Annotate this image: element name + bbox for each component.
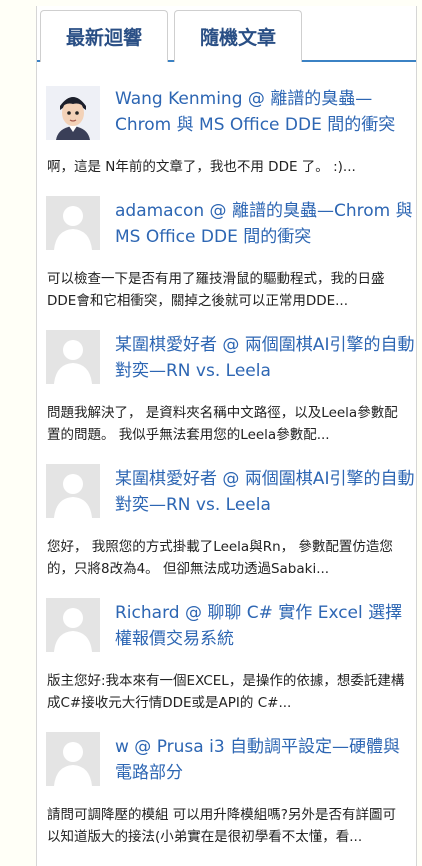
comment-author[interactable]: Wang Kenming: [115, 89, 243, 109]
comment-post-link[interactable]: Prusa i3 自動調平設定—硬體與電路部分: [115, 737, 400, 783]
comment-author[interactable]: 某圍棋愛好者: [115, 469, 217, 489]
comment-excerpt: 您好， 我照您的方式掛載了Leela與Rn， 參數配置仿造您的，只將8改為4。 …: [47, 539, 393, 577]
comment-title[interactable]: 某圍棋愛好者 @ 兩個圍棋AI引擎的自動對奕—RN vs. Leela: [115, 466, 415, 518]
comment-author[interactable]: w: [115, 737, 129, 757]
comment-excerpt: 版主您好:我本來有一個EXCEL，是操作的依據，想委託建構成C#接收元大行情DD…: [47, 673, 405, 711]
tab-recent-comments[interactable]: 最新迴響: [40, 10, 168, 62]
avatar[interactable]: [46, 330, 100, 384]
tab-random-posts[interactable]: 隨機文章: [174, 10, 302, 62]
comment-title[interactable]: adamacon @ 離譜的臭蟲—Chrom 與 MS Office DDE 間…: [115, 198, 415, 250]
avatar[interactable]: [46, 598, 100, 652]
avatar[interactable]: [46, 196, 100, 250]
avatar[interactable]: [46, 732, 100, 786]
comment-excerpt: 可以檢查一下是否有用了羅技滑鼠的驅動程式，我的日盛DDE會和它相衝突，關掉之後就…: [47, 271, 385, 309]
comment-author[interactable]: adamacon: [115, 201, 204, 221]
comment-title[interactable]: Wang Kenming @ 離譜的臭蟲—Chrom 與 MS Office D…: [115, 86, 415, 138]
avatar[interactable]: [46, 464, 100, 518]
comment-author[interactable]: Richard: [115, 603, 180, 623]
sidebar-widget: 最新迴響 隨機文章 Wang Kenming @ 離譜的臭蟲—Chrom 與 M…: [36, 6, 417, 866]
comment-author[interactable]: 某圍棋愛好者: [115, 335, 217, 355]
comment-title[interactable]: w @ Prusa i3 自動調平設定—硬體與電路部分: [115, 734, 415, 786]
widget-tabs: 最新迴響 隨機文章: [37, 6, 416, 62]
comment-title[interactable]: Richard @ 聊聊 C# 實作 Excel 選擇權報價交易系統: [115, 600, 415, 652]
comment-excerpt: 啊，這是 N年前的文章了，我也不用 DDE 了。 :)...: [47, 159, 356, 175]
comment-excerpt: 問題我解決了， 是資料夾名稱中文路徑，以及Leela參數配置的問題。 我似乎無法…: [47, 405, 398, 443]
avatar[interactable]: [46, 86, 100, 140]
comment-excerpt: 請問可調降壓的模組 可以用升降模組嗎?另外是否有詳圖可以知道版大的接法(小弟實在…: [47, 807, 396, 845]
comment-title[interactable]: 某圍棋愛好者 @ 兩個圍棋AI引擎的自動對奕—RN vs. Leela: [115, 332, 415, 384]
